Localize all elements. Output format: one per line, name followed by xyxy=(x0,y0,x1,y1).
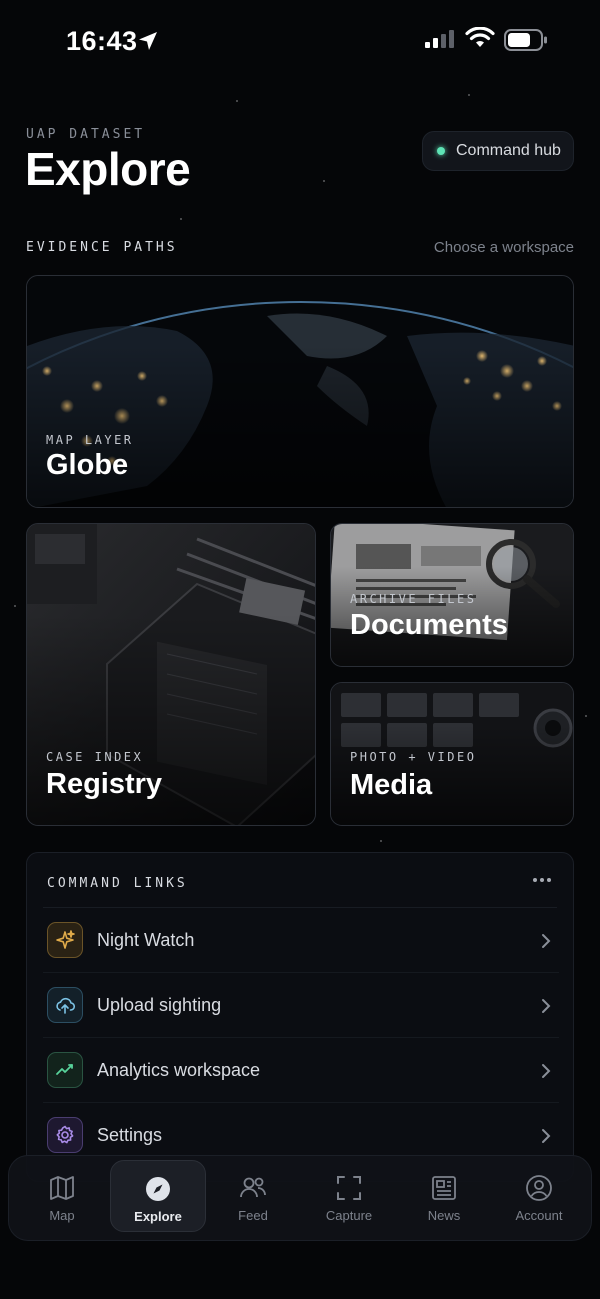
media-card[interactable]: PHOTO + VIDEO Media xyxy=(330,682,574,826)
tab-account[interactable]: Account xyxy=(491,1160,587,1232)
globe-card-sub: MAP LAYER xyxy=(46,433,134,447)
newspaper-icon xyxy=(432,1176,456,1200)
more-options-icon[interactable] xyxy=(533,878,551,882)
location-arrow-icon xyxy=(139,32,157,50)
media-card-title: Media xyxy=(350,769,433,801)
media-card-sub: PHOTO + VIDEO xyxy=(350,750,477,764)
status-time: 16:43 xyxy=(66,26,138,56)
chevron-right-icon xyxy=(542,934,551,948)
status-bar: 16:43 xyxy=(0,0,600,84)
link-upload-sighting[interactable]: Upload sighting xyxy=(27,973,573,1038)
bottom-tab-bar: Map Explore Feed Capture News Account xyxy=(8,1155,592,1241)
tab-map[interactable]: Map xyxy=(14,1160,110,1232)
tab-feed-label: Feed xyxy=(238,1208,268,1223)
tab-capture[interactable]: Capture xyxy=(301,1160,397,1232)
tab-explore-label: Explore xyxy=(134,1209,182,1224)
globe-card[interactable]: MAP LAYER Globe xyxy=(26,275,574,508)
tab-explore[interactable]: Explore xyxy=(110,1160,206,1232)
tab-map-label: Map xyxy=(49,1208,75,1223)
cloud-upload-icon xyxy=(47,987,83,1023)
chevron-right-icon xyxy=(542,999,551,1013)
command-links-title: COMMAND LINKS xyxy=(47,876,188,891)
chevron-right-icon xyxy=(542,1064,551,1078)
scan-frame-icon xyxy=(337,1176,361,1200)
cellular-signal-icon xyxy=(425,30,454,48)
link-night-watch-label: Night Watch xyxy=(97,930,195,950)
evidence-paths-label: EVIDENCE PATHS xyxy=(26,240,178,255)
command-hub-label: Command hub xyxy=(456,142,561,159)
trend-line-icon xyxy=(47,1052,83,1088)
link-upload-sighting-label: Upload sighting xyxy=(97,995,222,1015)
command-links-panel: COMMAND LINKS Night Watch Upload sightin… xyxy=(26,852,574,1182)
user-circle-icon xyxy=(526,1175,552,1201)
registry-card-sub: CASE INDEX xyxy=(46,750,144,764)
wifi-icon xyxy=(465,27,495,47)
dataset-eyebrow: UAP DATASET xyxy=(26,127,146,142)
evidence-paths-hint: Choose a workspace xyxy=(433,239,574,256)
link-night-watch[interactable]: Night Watch xyxy=(27,908,573,973)
page-title: Explore xyxy=(25,143,191,195)
documents-card-title: Documents xyxy=(350,609,508,641)
link-analytics-workspace-label: Analytics workspace xyxy=(97,1060,261,1080)
registry-card[interactable]: CASE INDEX Registry xyxy=(26,523,316,826)
globe-card-title: Globe xyxy=(46,449,129,481)
link-analytics-workspace[interactable]: Analytics workspace xyxy=(27,1038,573,1103)
battery-icon xyxy=(504,29,547,51)
compass-icon xyxy=(146,1177,170,1201)
sparkles-icon xyxy=(47,922,83,958)
tab-news-label: News xyxy=(427,1208,461,1223)
tab-account-label: Account xyxy=(515,1208,563,1223)
gear-icon xyxy=(47,1117,83,1153)
command-hub-button[interactable]: Command hub xyxy=(422,131,574,171)
chevron-right-icon xyxy=(542,1129,551,1143)
map-icon xyxy=(50,1176,74,1200)
people-icon xyxy=(240,1177,266,1198)
link-settings-label: Settings xyxy=(97,1125,163,1145)
tab-news[interactable]: News xyxy=(396,1160,492,1232)
tab-capture-label: Capture xyxy=(325,1208,373,1223)
registry-card-title: Registry xyxy=(46,768,163,800)
status-dot-icon xyxy=(437,147,445,155)
documents-card[interactable]: ARCHIVE FILES Documents xyxy=(330,523,574,667)
tab-feed[interactable]: Feed xyxy=(205,1160,301,1232)
documents-card-sub: ARCHIVE FILES xyxy=(350,592,477,606)
